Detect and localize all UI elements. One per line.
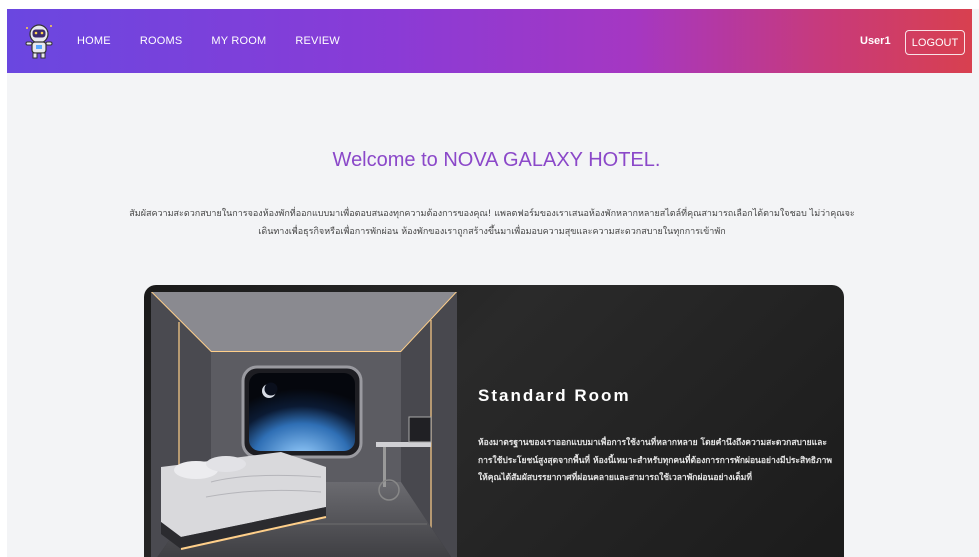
logout-button[interactable]: LOGOUT <box>905 30 965 55</box>
nav-item-review[interactable]: REVIEW <box>295 35 340 47</box>
navbar: HOME ROOMS MY ROOM REVIEW User1 LOGOUT <box>7 9 972 73</box>
nav-links: HOME ROOMS MY ROOM REVIEW <box>77 9 369 73</box>
page-title: Welcome to NOVA GALAXY HOTEL. <box>332 149 661 171</box>
nav-item-home[interactable]: HOME <box>77 35 111 47</box>
room-card[interactable]: Standard Room ห้องมาตรฐานของเราออกแบบมาเ… <box>144 285 844 557</box>
astronaut-icon[interactable] <box>24 23 54 59</box>
nav-item-rooms[interactable]: ROOMS <box>140 35 183 47</box>
page: HOME ROOMS MY ROOM REVIEW User1 LOGOUT W… <box>0 0 979 557</box>
hero-description: สัมผัสความสะดวกสบายในการจองห้องพักที่ออก… <box>129 209 855 237</box>
user-name: User1 <box>860 35 891 47</box>
room-description: ห้องมาตรฐานของเราออกแบบมาเพื่อการใช้งานท… <box>478 438 832 483</box>
space-room-image <box>151 292 457 557</box>
nav-item-my-room[interactable]: MY ROOM <box>211 35 266 47</box>
room-title: Standard Room <box>478 386 631 405</box>
